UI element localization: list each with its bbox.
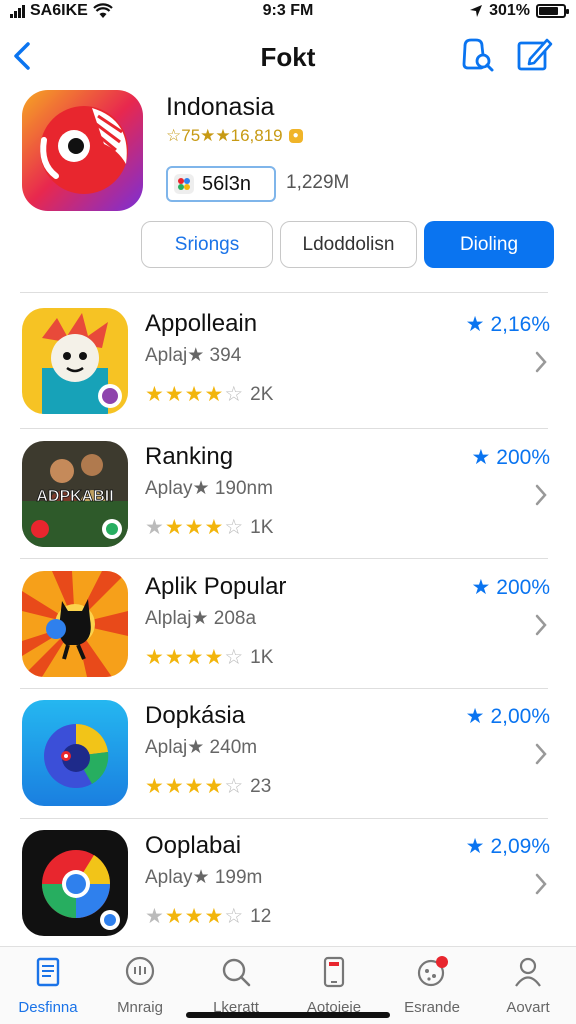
- rank-badge: ★ 200%: [471, 445, 550, 470]
- chevron-right-icon[interactable]: [534, 613, 548, 637]
- star-icon: ★: [471, 446, 491, 469]
- list-item[interactable]: Appolleain Aplaj★ 394 ★★★★☆ 2K ★ 2,16%: [0, 308, 576, 438]
- app-title: Dopkásia: [145, 702, 246, 729]
- featured-app-size: 1,229M: [286, 172, 350, 193]
- status-right: 301%: [469, 2, 569, 20]
- tab-label: Mnraig: [117, 999, 163, 1016]
- chip-label: 56l3n: [202, 172, 251, 195]
- document-icon: [36, 957, 60, 987]
- list-item[interactable]: Ooplabai Aplay★ 199m ★★★★☆ 12 ★ 2,09%: [0, 830, 576, 960]
- star-icon: ★: [465, 313, 485, 336]
- app-meta: Aplay★ 199m: [145, 867, 263, 888]
- app-icon: [22, 830, 128, 936]
- rating-count: 1K: [250, 646, 274, 668]
- tab-label: Desfinna: [18, 999, 78, 1016]
- star-rating-icon: ★★★★☆: [145, 646, 245, 669]
- app-icon: ADPKABII: [22, 441, 128, 547]
- featured-app-chip[interactable]: 56l3n: [166, 166, 276, 202]
- app-thumbnail-icon: [174, 174, 194, 194]
- star-rating-icon: ★★★★☆: [145, 775, 245, 798]
- star-rating-icon: ★★★★☆: [145, 516, 245, 539]
- app-rating: ★★★★☆ 23: [145, 774, 271, 799]
- row-divider: [20, 558, 548, 559]
- rank-value: 2,00%: [490, 704, 550, 728]
- featured-app-icon[interactable]: [22, 90, 143, 211]
- app-title: Ooplabai: [145, 832, 242, 859]
- bag-search-icon[interactable]: [456, 34, 496, 74]
- star-icon: ★: [465, 705, 485, 728]
- app-rating: ★★★★☆ 2K: [145, 382, 273, 407]
- rank-value: 2,09%: [490, 834, 550, 858]
- row-divider: [20, 818, 548, 819]
- chevron-right-icon[interactable]: [534, 350, 548, 374]
- rating-count: 1K: [250, 516, 274, 538]
- battery-percent: 301%: [489, 2, 530, 19]
- rating-count: 12: [250, 905, 272, 927]
- row-divider: [20, 688, 548, 689]
- chat-icon: [125, 956, 155, 986]
- rank-value: 200%: [496, 445, 550, 469]
- status-bar: SA6IKE 9:3 FM 301%: [0, 0, 576, 24]
- app-title: Aplik Popular: [145, 573, 287, 600]
- star-rating-icon: ★★★★☆: [145, 905, 245, 928]
- tab-4[interactable]: Aotoieie: [286, 955, 382, 1016]
- badge-icon: ●: [288, 129, 303, 143]
- location-icon: [470, 5, 483, 17]
- svg-text:ADPKABII: ADPKABII: [36, 488, 113, 505]
- battery-icon: [536, 4, 569, 18]
- app-icon: [22, 308, 128, 414]
- star-rating-icon: ★★★★☆: [145, 383, 245, 406]
- list-item[interactable]: ADPKABII Ranking Aplay★ 190nm ★★★★☆ 1K ★…: [0, 441, 576, 571]
- star-icon: ★: [471, 576, 491, 599]
- app-rating: ★★★★☆ 12: [145, 904, 271, 929]
- list-item[interactable]: Dopkásia Aplaj★ 240m ★★★★☆ 23 ★ 2,00%: [0, 700, 576, 830]
- tab-5[interactable]: Esrande: [384, 955, 480, 1016]
- app-rating: ★★★★☆ 1K: [145, 515, 273, 540]
- featured-rating-text: ☆75★★16,819: [166, 126, 283, 145]
- app-icon: [22, 571, 128, 677]
- chevron-right-icon[interactable]: [534, 742, 548, 766]
- app-title: Appolleain: [145, 310, 258, 337]
- section-divider: [20, 292, 548, 293]
- tab-label: Aovart: [506, 999, 550, 1016]
- rank-value: 2,16%: [490, 312, 550, 336]
- app-meta: Aplay★ 190nm: [145, 478, 273, 499]
- search-icon: [222, 958, 251, 987]
- app-meta: Alplaj★ 208a: [145, 608, 257, 629]
- home-indicator: [186, 1012, 390, 1018]
- segment-button-1[interactable]: Sriongs: [141, 221, 273, 268]
- game-icon: [417, 956, 448, 987]
- chevron-right-icon[interactable]: [534, 872, 548, 896]
- rating-count: 23: [250, 775, 272, 797]
- segment-button-3[interactable]: Dioling: [424, 221, 554, 268]
- rating-count: 2K: [250, 383, 274, 405]
- compose-icon[interactable]: [514, 34, 554, 74]
- navigation-bar: Fokt: [0, 30, 576, 82]
- star-icon: ★: [465, 835, 485, 858]
- tab-1[interactable]: Desfinna: [0, 955, 96, 1016]
- segment-button-2[interactable]: Ldoddolisn: [280, 221, 417, 268]
- tab-2[interactable]: Mnraig: [92, 955, 188, 1016]
- featured-app-rating: ☆75★★16,819 ●: [166, 126, 303, 146]
- app-rating: ★★★★☆ 1K: [145, 645, 273, 670]
- phone-icon: [323, 956, 345, 988]
- rank-badge: ★ 200%: [471, 575, 550, 600]
- chevron-right-icon[interactable]: [534, 483, 548, 507]
- app-meta: Aplaj★ 394: [145, 345, 242, 366]
- app-icon: [22, 700, 128, 806]
- tab-3[interactable]: Lkeratt: [188, 955, 284, 1016]
- row-divider: [20, 428, 548, 429]
- rank-value: 200%: [496, 575, 550, 599]
- tab-label: Esrande: [404, 999, 460, 1016]
- featured-app-title[interactable]: Indonasia: [166, 93, 274, 122]
- rank-badge: ★ 2,09%: [466, 834, 550, 859]
- person-icon: [515, 957, 541, 987]
- list-item[interactable]: Aplik Popular Alplaj★ 208a ★★★★☆ 1K ★ 20…: [0, 571, 576, 701]
- app-meta: Aplaj★ 240m: [145, 737, 258, 758]
- app-title: Ranking: [145, 443, 234, 470]
- tab-6[interactable]: Aovart: [480, 955, 576, 1016]
- rank-badge: ★ 2,16%: [466, 312, 550, 337]
- rank-badge: ★ 2,00%: [466, 704, 550, 729]
